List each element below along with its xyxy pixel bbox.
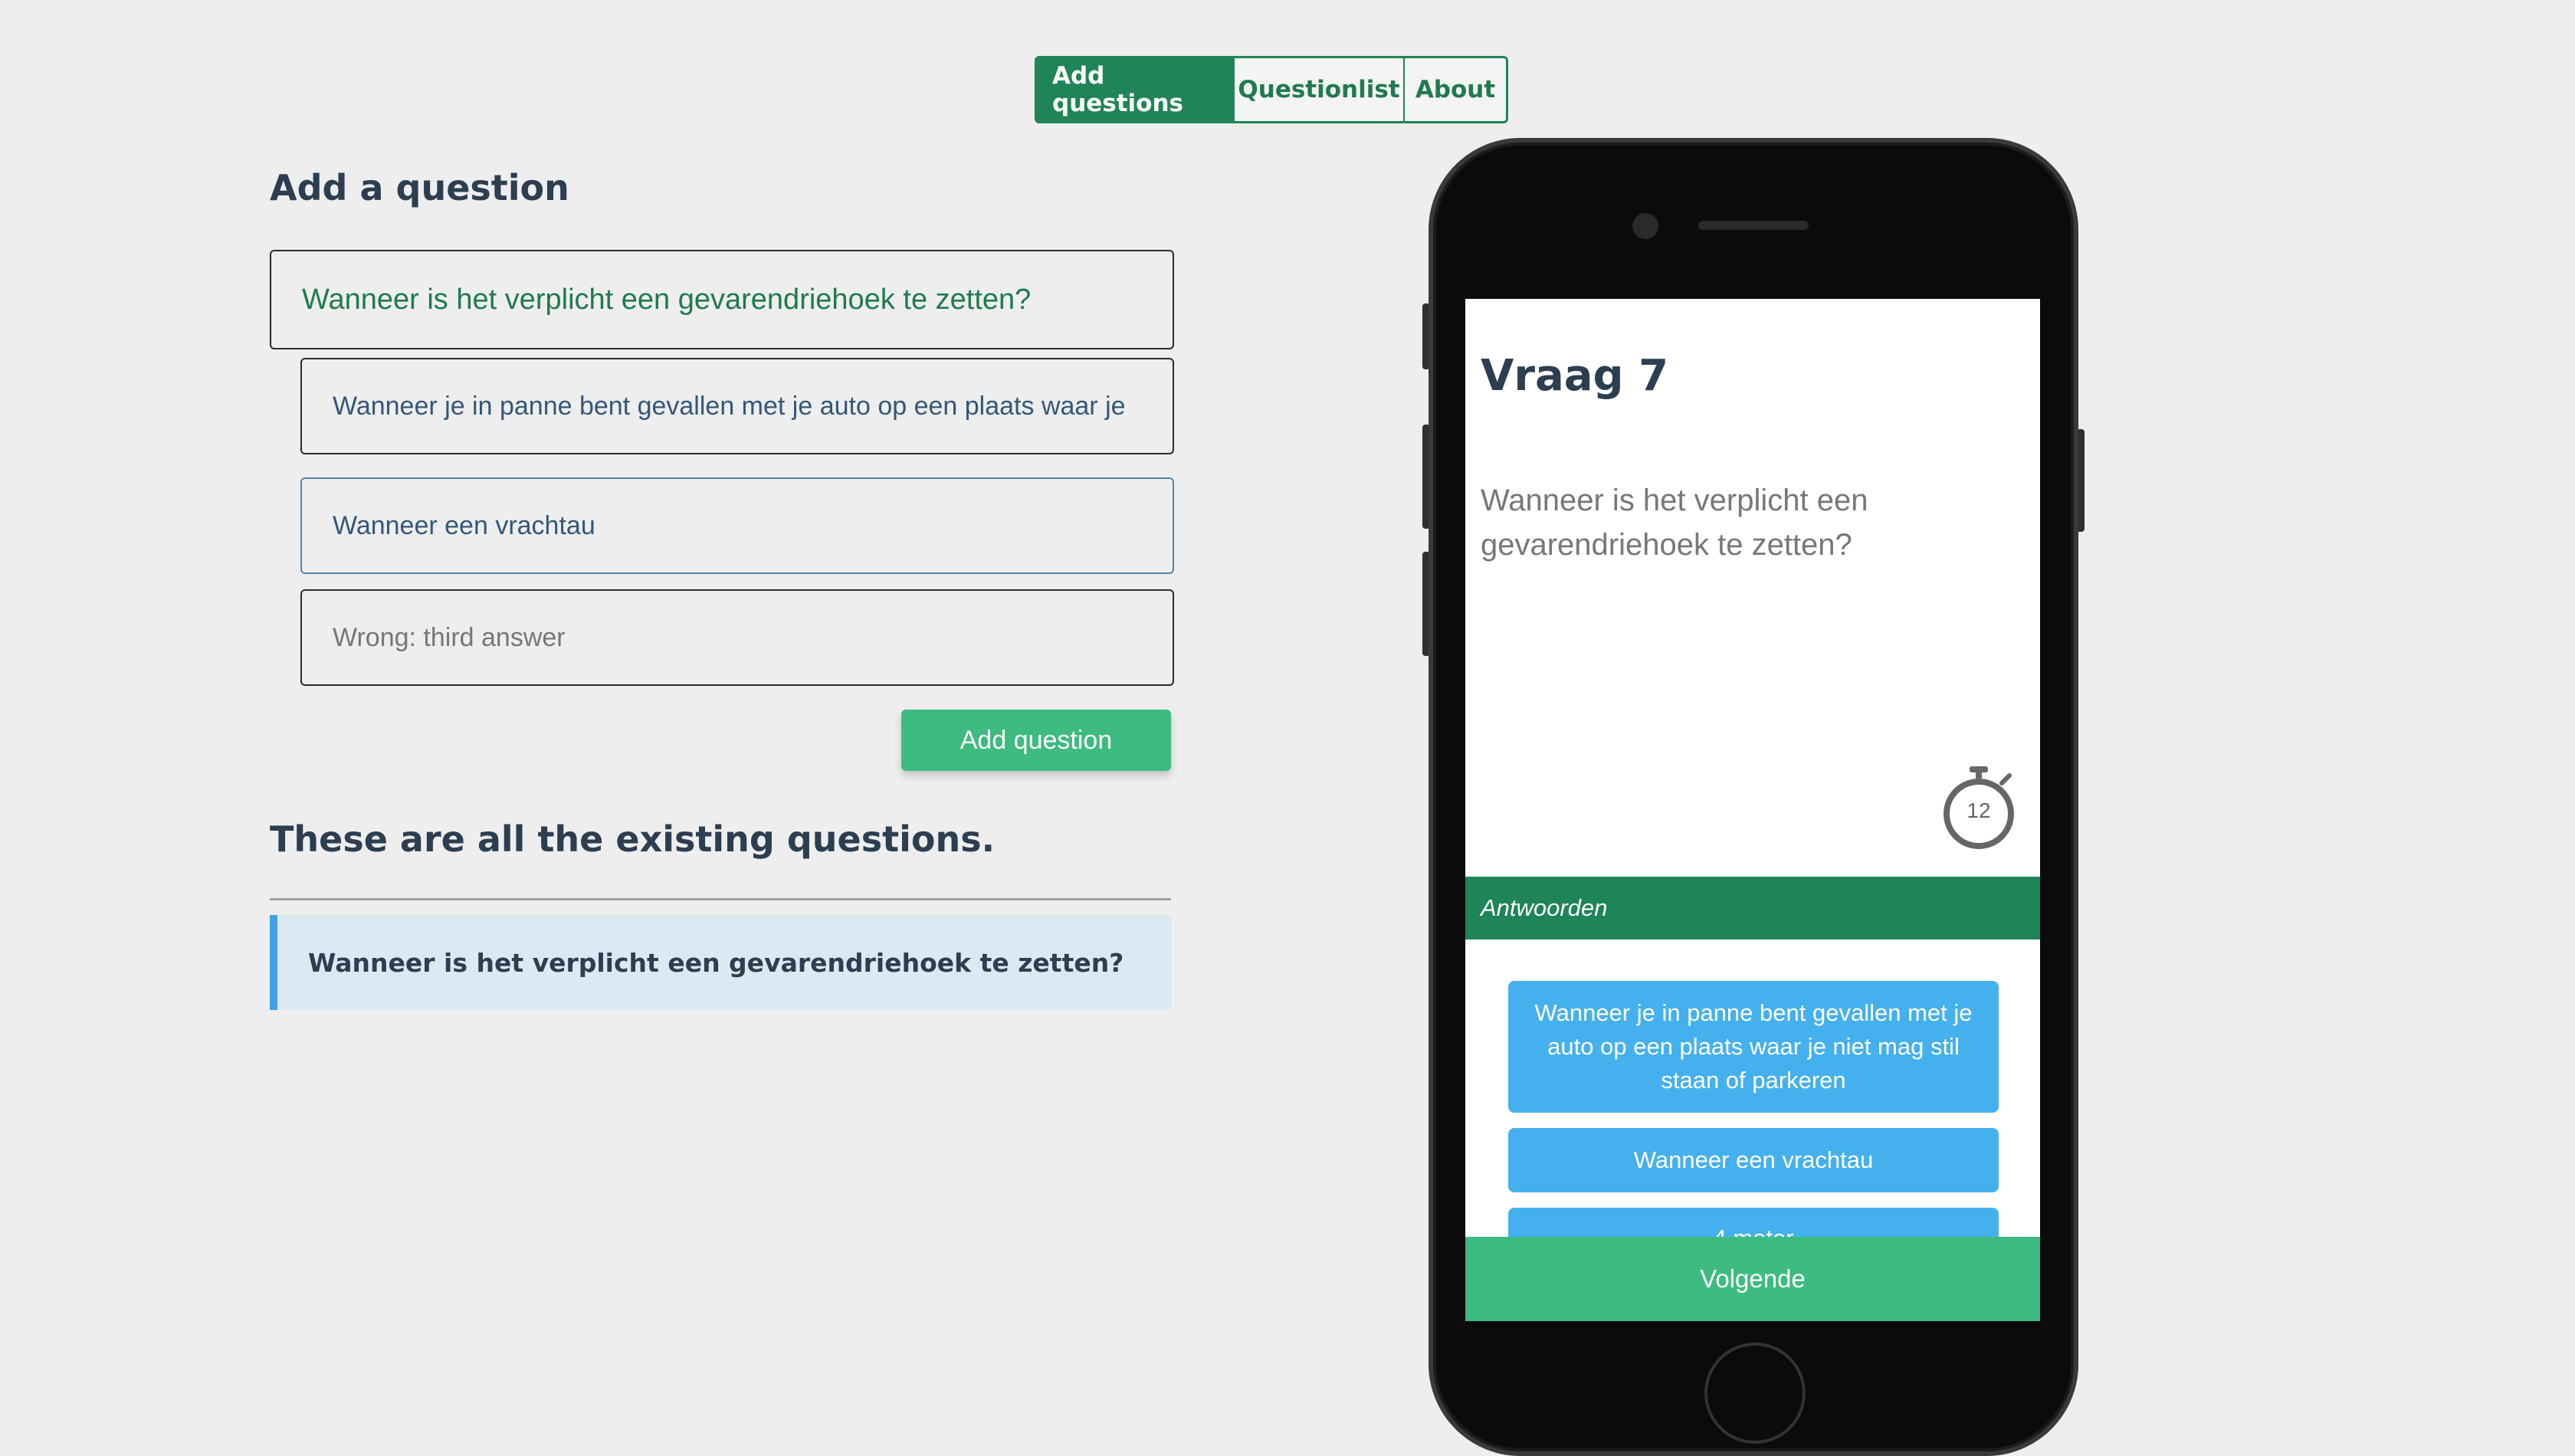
question-input[interactable] xyxy=(270,250,1174,349)
tab-add-questions[interactable]: Add questions xyxy=(1037,58,1235,121)
answer-option-2[interactable]: Wanneer een vrachtau xyxy=(1508,1128,1999,1192)
phone-camera xyxy=(1632,213,1658,239)
quiz-question-title: Vraag 7 xyxy=(1481,351,1669,401)
quiz-question-text: Wanneer is het verplicht een gevarendrie… xyxy=(1481,484,1868,562)
existing-questions-heading: These are all the existing questions. xyxy=(270,818,996,860)
phone-home-button xyxy=(1704,1343,1806,1444)
tab-questionlist[interactable]: Questionlist xyxy=(1235,58,1405,121)
phone-speaker xyxy=(1698,221,1809,230)
top-nav: Add questions Questionlist About xyxy=(1035,56,1508,123)
answer-1-input[interactable] xyxy=(300,358,1174,454)
tab-about[interactable]: About xyxy=(1405,58,1506,121)
timer-value: 12 xyxy=(1967,799,1991,822)
divider xyxy=(270,898,1171,900)
phone-screen: Vraag 7 Wanneer is het verplicht een gev… xyxy=(1465,299,2040,1321)
answer-option-1[interactable]: Wanneer je in panne bent gevallen met je… xyxy=(1508,981,1999,1113)
question-list-item[interactable]: Wanneer is het verplicht een gevarendrie… xyxy=(270,915,1171,1010)
answer-3-input[interactable] xyxy=(300,589,1174,686)
next-button[interactable]: Volgende xyxy=(1465,1237,2040,1321)
answers-header: Antwoorden xyxy=(1465,877,2040,940)
answer-2-input[interactable] xyxy=(300,477,1174,574)
add-question-button[interactable]: Add question xyxy=(901,710,1171,771)
add-question-heading: Add a question xyxy=(270,167,569,208)
stopwatch-icon: 12 xyxy=(1940,765,2017,852)
